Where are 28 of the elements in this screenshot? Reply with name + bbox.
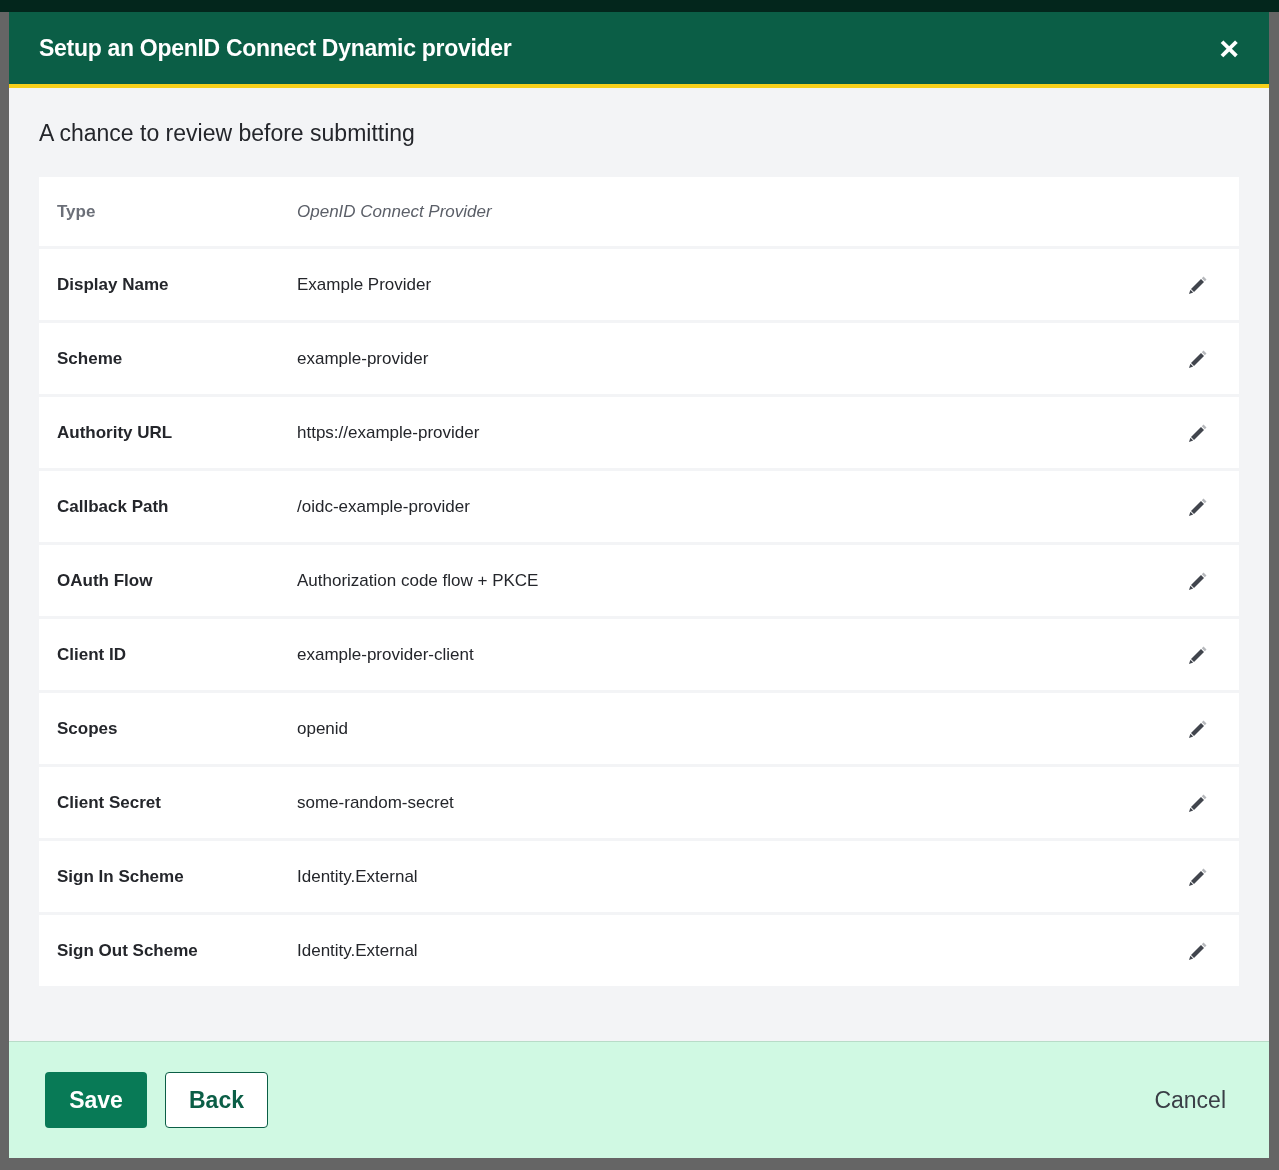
field-value: OpenID Connect Provider: [297, 201, 493, 222]
field-label: OAuth Flow: [57, 570, 154, 591]
field-label: Scheme: [57, 348, 124, 369]
save-button[interactable]: Save: [45, 1072, 147, 1128]
field-label: Scopes: [57, 718, 119, 739]
field-value: Identity.External: [297, 940, 419, 961]
close-button[interactable]: ×: [1215, 31, 1243, 65]
field-label: Sign In Scheme: [57, 866, 185, 887]
field-label: Authority URL: [57, 422, 174, 443]
field-value: Authorization code flow + PKCE: [297, 570, 540, 591]
field-label: Client Secret: [57, 792, 162, 813]
field-value: openid: [297, 718, 350, 739]
field-value: /oidc-example-provider: [297, 496, 471, 517]
back-button[interactable]: Back: [165, 1072, 268, 1128]
field-value: some-random-secret: [297, 792, 455, 813]
dialog-title: Setup an OpenID Connect Dynamic provider: [39, 34, 512, 62]
field-value: example-provider: [297, 348, 430, 369]
field-value: Identity.External: [297, 866, 419, 887]
field-label: Sign Out Scheme: [57, 940, 199, 961]
field-value: Example Provider: [297, 274, 433, 295]
subtitle: A chance to review before submitting: [39, 120, 416, 147]
field-label: Display Name: [57, 274, 170, 295]
field-value: https://example-provider: [297, 422, 481, 443]
field-label: Type: [57, 201, 97, 222]
field-label: Callback Path: [57, 496, 170, 517]
cancel-button[interactable]: Cancel: [1148, 1072, 1232, 1128]
field-label: Client ID: [57, 644, 127, 665]
field-value: example-provider-client: [297, 644, 475, 665]
